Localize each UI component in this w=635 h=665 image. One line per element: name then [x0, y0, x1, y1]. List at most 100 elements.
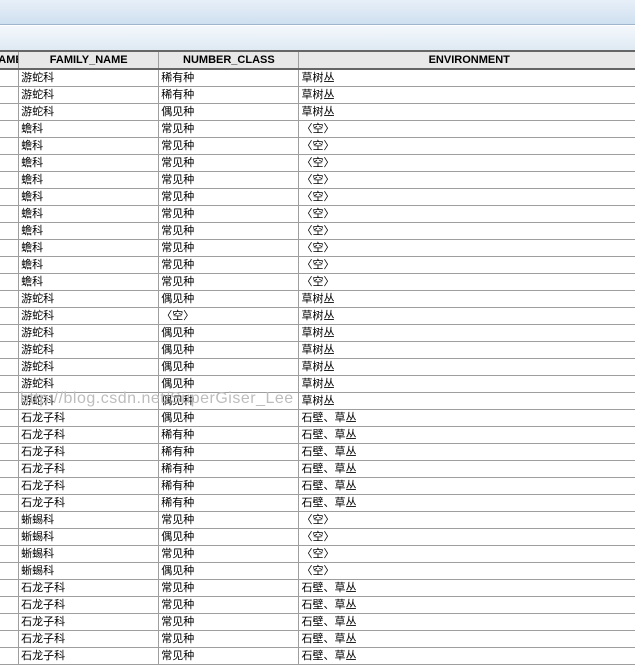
cell-number-class[interactable]: 常见种	[159, 512, 299, 529]
cell-family-name[interactable]: 石龙子科	[19, 495, 159, 512]
col-header-number-class[interactable]: NUMBER_CLASS	[159, 51, 299, 69]
cell-family-name[interactable]: 蜥蜴科	[19, 529, 159, 546]
cell-number-class[interactable]: 常见种	[159, 597, 299, 614]
cell-order-name[interactable]: 目	[0, 427, 19, 444]
cell-environment[interactable]: 石壁、草丛	[299, 410, 635, 427]
cell-number-class[interactable]: 偶见种	[159, 529, 299, 546]
cell-environment[interactable]: 石壁、草丛	[299, 597, 635, 614]
table-row[interactable]: 目游蛇科〈空〉草树丛	[0, 308, 635, 325]
cell-order-name[interactable]: 目	[0, 393, 19, 410]
cell-order-name[interactable]: 目	[0, 342, 19, 359]
header-row[interactable]: DER_NAME FAMILY_NAME NUMBER_CLASS ENVIRO…	[0, 51, 635, 69]
cell-number-class[interactable]: 偶见种	[159, 342, 299, 359]
cell-order-name[interactable]: 目	[0, 206, 19, 223]
cell-order-name[interactable]: 目	[0, 597, 19, 614]
cell-order-name[interactable]: 目	[0, 410, 19, 427]
cell-number-class[interactable]: 常见种	[159, 257, 299, 274]
cell-number-class[interactable]: 偶见种	[159, 376, 299, 393]
cell-environment[interactable]: 〈空〉	[299, 240, 635, 257]
table-row[interactable]: 目石龙子科稀有种石壁、草丛	[0, 478, 635, 495]
cell-number-class[interactable]: 常见种	[159, 223, 299, 240]
cell-number-class[interactable]: 〈空〉	[159, 308, 299, 325]
cell-family-name[interactable]: 石龙子科	[19, 597, 159, 614]
cell-order-name[interactable]: 目	[0, 172, 19, 189]
cell-family-name[interactable]: 蟾科	[19, 223, 159, 240]
table-row[interactable]: 目石龙子科稀有种石壁、草丛	[0, 495, 635, 512]
table-row[interactable]: 目蟾科常见种〈空〉	[0, 257, 635, 274]
cell-environment[interactable]: 〈空〉	[299, 563, 635, 580]
cell-family-name[interactable]: 蟾科	[19, 240, 159, 257]
table-row[interactable]: 目蟾科常见种〈空〉	[0, 189, 635, 206]
cell-order-name[interactable]: 目	[0, 563, 19, 580]
table-row[interactable]: 目石龙子科常见种石壁、草丛	[0, 597, 635, 614]
table-row[interactable]: 目游蛇科偶见种草树丛	[0, 104, 635, 121]
cell-number-class[interactable]: 稀有种	[159, 495, 299, 512]
cell-family-name[interactable]: 蟾科	[19, 138, 159, 155]
cell-family-name[interactable]: 石龙子科	[19, 478, 159, 495]
cell-environment[interactable]: 草树丛	[299, 291, 635, 308]
cell-environment[interactable]: 〈空〉	[299, 223, 635, 240]
cell-environment[interactable]: 草树丛	[299, 325, 635, 342]
cell-family-name[interactable]: 蟾科	[19, 189, 159, 206]
cell-family-name[interactable]: 蟾科	[19, 257, 159, 274]
cell-environment[interactable]: 石壁、草丛	[299, 461, 635, 478]
table-row[interactable]: 目蟾科常见种〈空〉	[0, 155, 635, 172]
cell-family-name[interactable]: 石龙子科	[19, 631, 159, 648]
table-row[interactable]: 目游蛇科偶见种草树丛	[0, 376, 635, 393]
cell-family-name[interactable]: 游蛇科	[19, 393, 159, 410]
table-row[interactable]: 目石龙子科稀有种石壁、草丛	[0, 461, 635, 478]
cell-order-name[interactable]: 目	[0, 461, 19, 478]
cell-environment[interactable]: 草树丛	[299, 104, 635, 121]
cell-family-name[interactable]: 石龙子科	[19, 427, 159, 444]
cell-order-name[interactable]: 目	[0, 155, 19, 172]
cell-family-name[interactable]: 游蛇科	[19, 308, 159, 325]
cell-environment[interactable]: 草树丛	[299, 359, 635, 376]
cell-order-name[interactable]: 目	[0, 104, 19, 121]
cell-number-class[interactable]: 常见种	[159, 155, 299, 172]
table-row[interactable]: 目蜥蜴科偶见种〈空〉	[0, 563, 635, 580]
cell-number-class[interactable]: 常见种	[159, 121, 299, 138]
cell-family-name[interactable]: 蟾科	[19, 172, 159, 189]
cell-order-name[interactable]: 目	[0, 580, 19, 597]
table-row[interactable]: 目游蛇科偶见种草树丛	[0, 342, 635, 359]
cell-number-class[interactable]: 稀有种	[159, 69, 299, 87]
cell-environment[interactable]: 〈空〉	[299, 121, 635, 138]
cell-environment[interactable]: 〈空〉	[299, 529, 635, 546]
cell-environment[interactable]: 石壁、草丛	[299, 495, 635, 512]
table-row[interactable]: 目石龙子科稀有种石壁、草丛	[0, 427, 635, 444]
cell-number-class[interactable]: 稀有种	[159, 478, 299, 495]
cell-number-class[interactable]: 常见种	[159, 189, 299, 206]
cell-number-class[interactable]: 常见种	[159, 631, 299, 648]
cell-order-name[interactable]: 目	[0, 495, 19, 512]
cell-environment[interactable]: 石壁、草丛	[299, 648, 635, 665]
cell-number-class[interactable]: 偶见种	[159, 359, 299, 376]
cell-order-name[interactable]: 目	[0, 121, 19, 138]
cell-number-class[interactable]: 常见种	[159, 240, 299, 257]
cell-environment[interactable]: 〈空〉	[299, 155, 635, 172]
data-grid[interactable]: DER_NAME FAMILY_NAME NUMBER_CLASS ENVIRO…	[0, 50, 635, 665]
cell-number-class[interactable]: 偶见种	[159, 104, 299, 121]
cell-order-name[interactable]: 目	[0, 359, 19, 376]
cell-order-name[interactable]: 目	[0, 69, 19, 87]
cell-environment[interactable]: 草树丛	[299, 342, 635, 359]
attribute-table[interactable]: DER_NAME FAMILY_NAME NUMBER_CLASS ENVIRO…	[0, 50, 635, 628]
cell-family-name[interactable]: 游蛇科	[19, 325, 159, 342]
cell-order-name[interactable]: 目	[0, 291, 19, 308]
cell-family-name[interactable]: 石龙子科	[19, 461, 159, 478]
cell-environment[interactable]: 〈空〉	[299, 512, 635, 529]
table-row[interactable]: 目游蛇科偶见种草树丛	[0, 291, 635, 308]
cell-family-name[interactable]: 游蛇科	[19, 69, 159, 87]
cell-environment[interactable]: 草树丛	[299, 376, 635, 393]
cell-family-name[interactable]: 蜥蜴科	[19, 512, 159, 529]
cell-family-name[interactable]: 石龙子科	[19, 648, 159, 665]
cell-order-name[interactable]: 目	[0, 257, 19, 274]
cell-environment[interactable]: 〈空〉	[299, 138, 635, 155]
cell-number-class[interactable]: 稀有种	[159, 427, 299, 444]
cell-environment[interactable]: 石壁、草丛	[299, 580, 635, 597]
cell-family-name[interactable]: 石龙子科	[19, 444, 159, 461]
table-row[interactable]: 目游蛇科稀有种草树丛	[0, 87, 635, 104]
cell-order-name[interactable]: 目	[0, 240, 19, 257]
cell-family-name[interactable]: 蜥蜴科	[19, 563, 159, 580]
cell-number-class[interactable]: 稀有种	[159, 461, 299, 478]
cell-family-name[interactable]: 游蛇科	[19, 104, 159, 121]
